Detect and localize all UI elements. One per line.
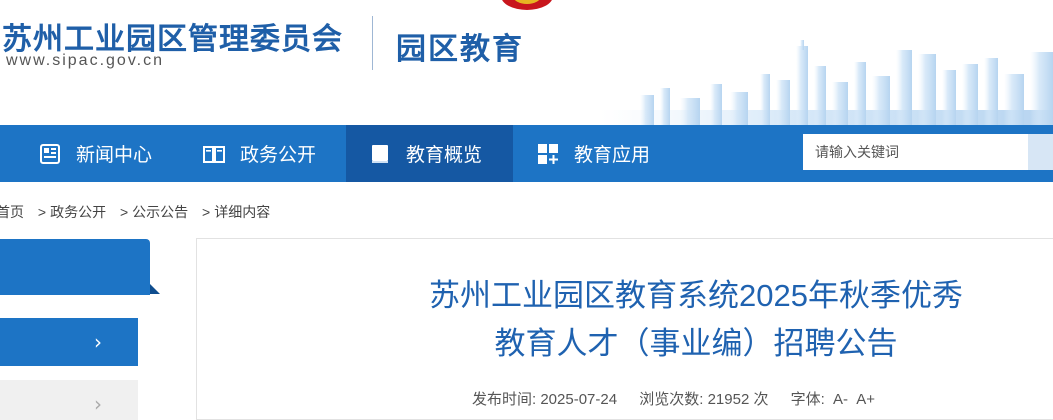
- views-unit: 次: [753, 391, 769, 408]
- font-size-label: 字体:: [790, 391, 825, 408]
- breadcrumb-gov-affairs[interactable]: 政务公开: [50, 204, 106, 220]
- article-title-line2: 教育人才（事业编）招聘公告: [494, 326, 898, 361]
- newspaper-icon: [40, 143, 60, 164]
- breadcrumb-separator: >: [37, 204, 47, 220]
- section-name[interactable]: 园区教育: [396, 24, 524, 68]
- views-count: 21952: [707, 391, 750, 408]
- breadcrumb-separator: >: [119, 204, 129, 220]
- sidebar-header-fold: [150, 284, 160, 294]
- nav-item-education-apps[interactable]: 教育应用: [518, 125, 688, 182]
- search-input[interactable]: [803, 134, 1028, 170]
- nav-label-education-apps: 教育应用: [574, 145, 651, 166]
- sidebar-header: [0, 239, 150, 295]
- open-book-icon: [203, 145, 225, 163]
- nav-item-gov-affairs[interactable]: 政务公开: [186, 125, 346, 182]
- site-header: 苏州工业园区管理委员会 www.sipac.gov.cn 园区教育: [0, 0, 1053, 125]
- publish-date: 2025-07-24: [540, 391, 618, 408]
- site-url[interactable]: www.sipac.gov.cn: [6, 52, 164, 70]
- chevron-right-icon: ›: [94, 330, 102, 354]
- nav-label-education-overview: 教育概览: [406, 145, 483, 166]
- apps-grid-icon: [538, 143, 558, 164]
- views-label: 浏览次数:: [639, 391, 704, 408]
- header-divider: [372, 16, 373, 70]
- nav-item-education-overview[interactable]: 教育概览: [346, 125, 513, 182]
- article-title-line1: 苏州工业园区教育系统2025年秋季优秀: [429, 278, 963, 313]
- font-smaller-button[interactable]: A-: [833, 391, 848, 408]
- sidebar-item[interactable]: ›: [0, 380, 138, 420]
- book-icon: [372, 144, 388, 163]
- breadcrumb-announcements[interactable]: 公示公告: [132, 204, 188, 220]
- nav-label-news: 新闻中心: [76, 145, 153, 166]
- breadcrumb-detail: 详细内容: [214, 204, 271, 220]
- font-larger-button[interactable]: A+: [856, 391, 875, 408]
- chevron-right-icon: ›: [94, 392, 102, 416]
- article-meta: 发布时间: 2025-07-24 浏览次数: 21952 次 字体: A- A+: [472, 388, 875, 409]
- nav-label-gov-affairs: 政务公开: [240, 145, 317, 166]
- publish-label: 发布时间:: [472, 391, 537, 408]
- city-skyline-graphic: [600, 40, 1053, 125]
- breadcrumb-home[interactable]: 首页: [0, 204, 24, 220]
- article-title: 苏州工业园区教育系统2025年秋季优秀 教育人才（事业编）招聘公告: [396, 272, 996, 368]
- breadcrumb-separator: >: [202, 204, 211, 220]
- search-button[interactable]: [1028, 134, 1053, 170]
- sidebar-item-active[interactable]: ›: [0, 318, 138, 366]
- breadcrumb: 首页 > 政务公开 > 公示公告 > 详细内容: [0, 202, 270, 222]
- national-emblem-icon: [502, 0, 552, 10]
- nav-item-news[interactable]: 新闻中心: [22, 125, 182, 182]
- main-nav: 新闻中心 政务公开 教育概览 教育应用: [0, 125, 1053, 182]
